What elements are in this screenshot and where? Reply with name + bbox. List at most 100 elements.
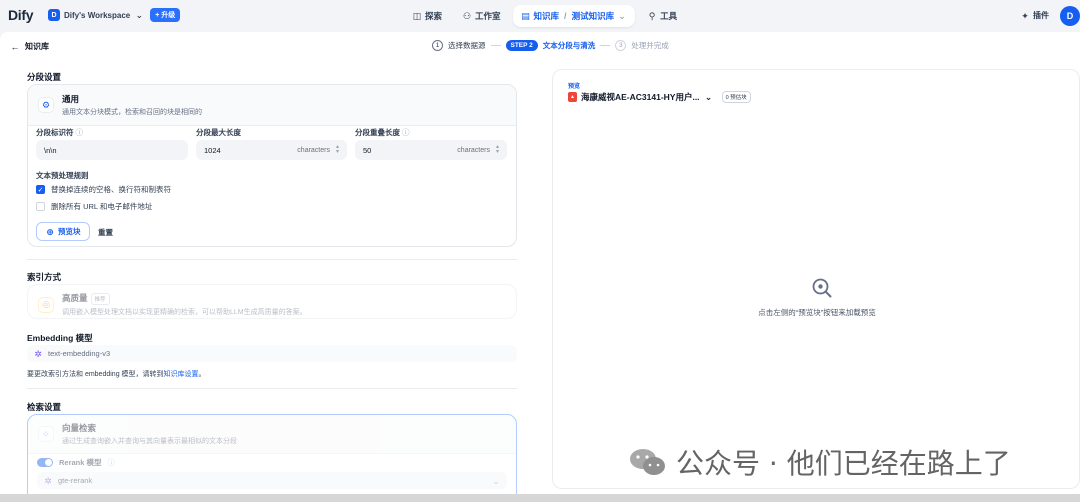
- nav-knowledge[interactable]: ▤ 知识库 / 测试知识库 ⌄: [512, 5, 636, 27]
- vector-search-desc: 通过生成查询嵌入并查询与其向量表示最相似的文本分段: [62, 438, 237, 445]
- tools-icon: ⚲: [648, 11, 656, 21]
- preview-label: 预览: [568, 84, 581, 90]
- max-length-unit: characters: [297, 146, 330, 154]
- step-2-label: 文本分段与清洗: [542, 41, 596, 50]
- general-chunk-desc: 通用文本分块模式，检索和召回的块是相同的: [62, 109, 202, 116]
- step-3-label: 处理并完成: [631, 41, 669, 50]
- embedding-model-select: ✲ text-embedding-v3: [27, 345, 517, 362]
- index-method-title: 索引方式: [27, 272, 62, 282]
- upgrade-button[interactable]: + 升级: [150, 8, 181, 22]
- rerank-toggle[interactable]: [37, 458, 53, 467]
- chevron-down-icon: ⌄: [135, 10, 143, 20]
- step-indicator: 1 选择数据源 STEP 2 文本分段与清洗 3 处理并完成: [432, 40, 669, 51]
- vector-grid-icon: ⁘: [38, 426, 54, 442]
- preview-document-selector[interactable]: ▲ 海康威视AE-AC3141-HY用户... ⌄ 0 预估块: [568, 91, 751, 103]
- plugins-button[interactable]: ✦ 插件: [1020, 10, 1049, 21]
- arrow-left-icon: ←: [10, 41, 20, 52]
- high-quality-desc: 调用嵌入模型处理文档以实现更精确的检索，可以帮助LLM生成高质量的答案。: [62, 309, 307, 316]
- step-2-badge: STEP 2: [505, 40, 538, 51]
- book-icon: ▤: [521, 11, 530, 21]
- dify-logo[interactable]: Dify: [8, 7, 34, 23]
- vector-search-header: ⁘ 向量检索 通过生成查询嵌入并查询与其向量表示最相似的文本分段: [28, 415, 516, 454]
- general-chunk-card[interactable]: ⚙ 通用 通用文本分块模式，检索和召回的块是相同的: [27, 84, 517, 247]
- rule-1-label: 替换掉连续的空格、换行符和制表符: [51, 185, 171, 194]
- preview-chunks-button[interactable]: ⊕ 预览块: [36, 222, 90, 241]
- max-length-label: 分段最大长度: [196, 127, 241, 138]
- max-length-label-text: 分段最大长度: [196, 128, 241, 137]
- workspace-name: Dify's Workspace: [64, 10, 131, 20]
- separator-label: 分段标识符 ⓘ: [36, 127, 83, 138]
- background-bleed-strip: [0, 494, 1080, 502]
- nav-tools[interactable]: ⚲ 工具: [639, 5, 685, 27]
- avatar[interactable]: D: [1060, 6, 1080, 26]
- high-quality-option[interactable]: ◎ 高质量 推荐 调用嵌入模型处理文档以实现更精确的检索，可以帮助LLM生成高质量…: [27, 284, 517, 319]
- search-icon: ⊕: [46, 226, 54, 237]
- separator-value: \n\n: [44, 145, 57, 155]
- embedding-note-suffix: 。: [198, 371, 206, 378]
- back-button[interactable]: ← 知识库: [10, 41, 50, 52]
- general-chunk-title: 通用: [62, 94, 80, 104]
- watermark-text: 公众号 · 他们已经在路上了: [676, 447, 1011, 480]
- nav-knowledge-label: 知识库: [533, 11, 560, 21]
- step-connector: [600, 45, 611, 46]
- high-quality-icon: ◎: [38, 296, 54, 313]
- section-divider: [27, 388, 517, 389]
- search-icon: [812, 278, 832, 298]
- studio-icon: ⚇: [462, 11, 472, 21]
- workspace-switcher[interactable]: D Dify's Workspace ⌄ + 升级: [48, 8, 181, 22]
- nav-explore[interactable]: ◫ 探索: [404, 5, 450, 27]
- high-quality-title: 高质量 推荐: [62, 292, 307, 305]
- help-icon[interactable]: ⓘ: [402, 128, 410, 137]
- explore-icon: ◫: [412, 11, 422, 21]
- overlap-value: 50: [363, 145, 372, 155]
- knowledge-settings-link[interactable]: 知识库设置: [164, 371, 199, 378]
- max-length-input[interactable]: 1024 characters ▴ ▾: [196, 140, 347, 160]
- workspace-badge: D: [48, 9, 60, 21]
- checkbox-checked-icon[interactable]: ✓: [36, 185, 45, 194]
- chevron-down-icon: ⌄: [704, 92, 713, 102]
- separator-input[interactable]: \n\n: [36, 140, 188, 160]
- overlap-unit: characters: [457, 146, 490, 154]
- chevron-down-icon[interactable]: ⌄: [617, 11, 627, 21]
- stepper-icon[interactable]: ▴ ▾: [336, 144, 339, 155]
- separator-label-text: 分段标识符: [36, 128, 74, 137]
- main-panel: ← 知识库 1 选择数据源 STEP 2 文本分段与清洗 3 处理并完成 分段设…: [0, 32, 1080, 502]
- rerank-row: Rerank 模型 ⓘ: [37, 457, 115, 468]
- rerank-model-name: gte-rerank: [58, 476, 93, 485]
- main-nav: ◫ 探索 ⚇ 工作室 ▤ 知识库 / 测试知识库 ⌄ ⚲ 工具: [404, 5, 685, 27]
- rule-collapse-whitespace[interactable]: ✓ 替换掉连续的空格、换行符和制表符: [36, 184, 171, 195]
- help-icon[interactable]: ⓘ: [108, 457, 116, 468]
- section-divider: [27, 259, 517, 260]
- reset-button[interactable]: 重置: [98, 227, 113, 238]
- rule-remove-urls[interactable]: 删除所有 URL 和电子邮件地址: [36, 201, 152, 212]
- rerank-model-select[interactable]: ✲ gte-rerank ⌄: [37, 472, 507, 489]
- plugins-label: 插件: [1033, 11, 1049, 20]
- vector-search-card[interactable]: ⁘ 向量检索 通过生成查询嵌入并查询与其向量表示最相似的文本分段 Rerank …: [27, 414, 517, 502]
- wechat-icon: [630, 449, 665, 475]
- embedding-model-title: Embedding 模型: [27, 333, 93, 343]
- preview-panel: 预览 ▲ 海康威视AE-AC3141-HY用户... ⌄ 0 预估块 点击左侧的…: [552, 69, 1080, 489]
- nav-tools-label: 工具: [660, 11, 678, 21]
- rerank-label: Rerank 模型: [59, 458, 102, 467]
- max-length-value: 1024: [204, 145, 221, 155]
- stepper-icon[interactable]: ▴ ▾: [496, 144, 499, 155]
- estimated-chunks-badge: 0 预估块: [721, 91, 751, 103]
- retrieval-settings-title: 检索设置: [27, 402, 62, 412]
- checkbox-unchecked-icon[interactable]: [36, 202, 45, 211]
- nav-studio[interactable]: ⚇ 工作室: [454, 5, 509, 27]
- overlap-input[interactable]: 50 characters ▴ ▾: [355, 140, 507, 160]
- current-knowledge-name[interactable]: 测试知识库: [572, 10, 615, 22]
- settings-gear-icon: ⚙: [38, 97, 54, 113]
- preview-empty-message: 点击左侧的“预览块”按钮来加载预览: [758, 308, 876, 317]
- nav-studio-label: 工作室: [475, 11, 501, 21]
- plugin-icon: ✦: [1021, 10, 1029, 21]
- help-icon[interactable]: ⓘ: [76, 128, 84, 137]
- overlap-label: 分段重叠长度 ⓘ: [355, 127, 410, 138]
- nav-explore-label: 探索: [425, 11, 443, 21]
- embedding-note-text: 要更改索引方法和 embedding 模型，请转到: [27, 371, 164, 378]
- model-provider-icon: ✲: [34, 348, 42, 359]
- preprocess-rules-title: 文本预处理规则: [36, 171, 89, 180]
- embedding-model-name: text-embedding-v3: [48, 349, 111, 358]
- back-label: 知识库: [25, 42, 49, 51]
- embedding-note: 要更改索引方法和 embedding 模型，请转到知识库设置。: [27, 369, 206, 379]
